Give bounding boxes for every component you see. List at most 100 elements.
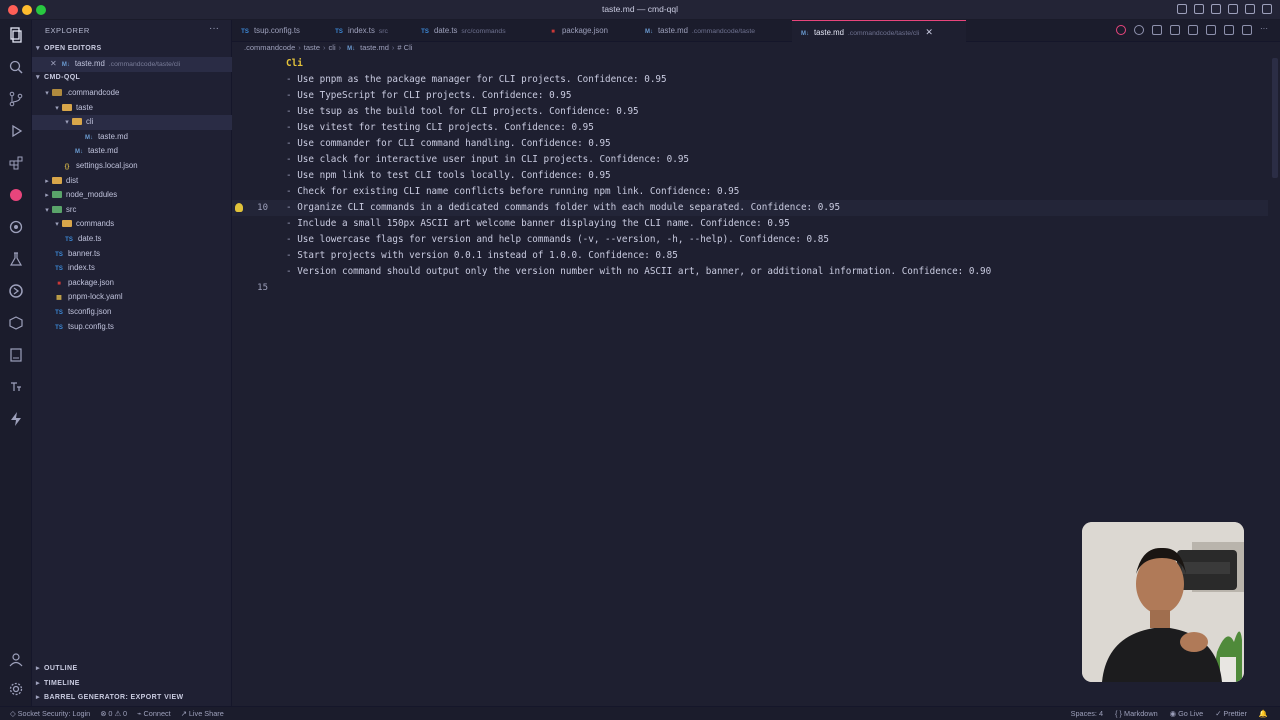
code-line[interactable]: - Use commander for CLI command handling… bbox=[232, 136, 1268, 152]
preview-icon[interactable] bbox=[1152, 25, 1162, 35]
accounts-icon[interactable] bbox=[1177, 4, 1187, 14]
tab-taste-md-cli[interactable]: M↓ taste.md .commandcode/taste/cli ✕ bbox=[792, 20, 966, 42]
notifications-icon[interactable]: 🔔 bbox=[1259, 707, 1268, 720]
more-actions-icon[interactable]: ··· bbox=[209, 23, 219, 34]
problems-status[interactable]: ⊗ 0 ⚠ 0 bbox=[100, 707, 127, 720]
folder-icon bbox=[52, 205, 62, 213]
containers-icon[interactable] bbox=[7, 314, 25, 332]
tree-file-settings[interactable]: {} settings.local.json bbox=[32, 159, 232, 174]
remote-explorer-icon[interactable] bbox=[7, 218, 25, 236]
indentation-status[interactable]: Spaces: 4 bbox=[1071, 707, 1103, 720]
breadcrumb-item[interactable]: taste.md bbox=[360, 43, 389, 52]
code-line[interactable]: - Use vitest for testing CLI projects. C… bbox=[232, 120, 1268, 136]
code-line[interactable]: - Use npm link to test CLI tools locally… bbox=[232, 168, 1268, 184]
code-line-current[interactable]: 10- Organize CLI commands in a dedicated… bbox=[232, 200, 1268, 216]
activity-bar bbox=[0, 20, 32, 706]
more-editor-actions-icon[interactable]: ··· bbox=[1260, 25, 1270, 35]
tree-folder-commands[interactable]: ▾ commands bbox=[32, 217, 232, 232]
run-debug-icon[interactable] bbox=[7, 122, 25, 140]
code-line[interactable]: - Use clack for interactive user input i… bbox=[232, 152, 1268, 168]
scrollbar-thumb[interactable] bbox=[1272, 58, 1278, 178]
line-text: Use clack for interactive user input in … bbox=[297, 154, 690, 165]
code-line[interactable]: 15 bbox=[232, 280, 1268, 296]
tab-index-ts[interactable]: TS index.ts src bbox=[326, 20, 412, 42]
close-tab-icon[interactable]: ✕ bbox=[925, 21, 933, 43]
settings-gear-icon[interactable] bbox=[7, 680, 25, 698]
tree-file-date-ts[interactable]: TS date.ts bbox=[32, 232, 232, 247]
breadcrumb-item[interactable]: # Cli bbox=[397, 43, 412, 52]
toggle-panel-icon[interactable] bbox=[1228, 4, 1238, 14]
tree-folder-commandcode[interactable]: ▾ .commandcode bbox=[32, 86, 232, 101]
title-bar: taste.md — cmd-qql bbox=[0, 0, 1280, 20]
breadcrumb-item[interactable]: cli bbox=[329, 43, 336, 52]
run-icon[interactable] bbox=[1224, 25, 1234, 35]
split-editor-icon[interactable] bbox=[1242, 25, 1252, 35]
explorer-icon[interactable] bbox=[7, 26, 25, 44]
prettier-status[interactable]: ✓ Prettier bbox=[1215, 707, 1247, 720]
outline-section[interactable]: ▸ OUTLINE bbox=[32, 664, 232, 677]
tree-folder-node-modules[interactable]: ▸ node_modules bbox=[32, 188, 232, 203]
copilot-action-icon[interactable] bbox=[1134, 25, 1144, 35]
tree-file-package-json[interactable]: ■ package.json bbox=[32, 276, 232, 291]
tab-package-json[interactable]: ■ package.json bbox=[540, 20, 636, 42]
account-icon[interactable] bbox=[7, 650, 25, 668]
language-mode-status[interactable]: { } Markdown bbox=[1115, 707, 1158, 720]
code-line[interactable]: - Check for existing CLI name conflicts … bbox=[232, 184, 1268, 200]
code-line[interactable]: Cli bbox=[232, 56, 1268, 72]
tree-folder-src[interactable]: ▾ src bbox=[32, 203, 232, 218]
tree-file-index-ts[interactable]: TS index.ts bbox=[32, 261, 232, 276]
lightning-icon[interactable] bbox=[7, 410, 25, 428]
tree-folder-cli[interactable]: ▾ cli bbox=[32, 115, 232, 130]
code-line[interactable]: - Use pnpm as the package manager for CL… bbox=[232, 72, 1268, 88]
tab-taste-md[interactable]: M↓ taste.md .commandcode/taste bbox=[636, 20, 792, 42]
customize-layout-icon[interactable] bbox=[1262, 4, 1272, 14]
tree-file-tsup-config[interactable]: TS tsup.config.ts bbox=[32, 320, 232, 335]
tree-folder-dist[interactable]: ▸ dist bbox=[32, 174, 232, 189]
code-line[interactable]: - Use lowercase flags for version and he… bbox=[232, 232, 1268, 248]
timeline-section[interactable]: ▸ TIMELINE bbox=[32, 679, 232, 692]
go-live-status[interactable]: ◉ Go Live bbox=[1170, 707, 1204, 720]
barrel-generator-section[interactable]: ▸ BARREL GENERATOR: EXPORT VIEW bbox=[32, 693, 232, 706]
code-line[interactable]: - Start projects with version 0.0.1 inst… bbox=[232, 248, 1268, 264]
translate-icon[interactable] bbox=[7, 378, 25, 396]
extensions-icon[interactable] bbox=[7, 154, 25, 172]
notes-icon[interactable] bbox=[7, 346, 25, 364]
tree-file-tsconfig[interactable]: TS tsconfig.json bbox=[32, 305, 232, 320]
tab-label: taste.md bbox=[658, 26, 688, 35]
open-editors-section[interactable]: ▾ OPEN EDITORS bbox=[32, 44, 232, 57]
tree-label: taste.md bbox=[98, 131, 128, 141]
source-control-icon[interactable] bbox=[7, 90, 25, 108]
timeline-icon[interactable] bbox=[1188, 25, 1198, 35]
code-line[interactable]: - Include a small 150px ASCII art welcom… bbox=[232, 216, 1268, 232]
commandcode-action-icon[interactable] bbox=[1116, 25, 1126, 35]
code-line[interactable]: - Use tsup as the build tool for CLI pro… bbox=[232, 104, 1268, 120]
open-changes-icon[interactable] bbox=[1170, 25, 1180, 35]
toggle-secondary-sidebar-icon[interactable] bbox=[1245, 4, 1255, 14]
code-line[interactable]: - Version command should output only the… bbox=[232, 264, 1268, 280]
connect-status[interactable]: ⌁ Connect bbox=[137, 707, 171, 720]
open-editor-item[interactable]: ✕ M↓ taste.md .commandcode/taste/cli bbox=[32, 57, 232, 72]
toggle-sidebar-icon[interactable] bbox=[1211, 4, 1221, 14]
tree-file-taste-md-cli[interactable]: M↓ taste.md bbox=[32, 130, 232, 145]
commandcode-icon[interactable] bbox=[7, 186, 25, 204]
code-line[interactable]: - Use TypeScript for CLI projects. Confi… bbox=[232, 88, 1268, 104]
compare-icon[interactable] bbox=[1206, 25, 1216, 35]
gitkraken-icon[interactable] bbox=[7, 282, 25, 300]
tree-file-banner-ts[interactable]: TS banner.ts bbox=[32, 247, 232, 262]
breadcrumb-item[interactable]: taste bbox=[304, 43, 320, 52]
breadcrumb-item[interactable]: .commandcode bbox=[244, 43, 295, 52]
tree-folder-taste[interactable]: ▾ taste bbox=[32, 101, 232, 116]
search-icon[interactable] bbox=[7, 58, 25, 76]
tree-file-taste-md[interactable]: M↓ taste.md bbox=[32, 144, 232, 159]
close-editor-icon[interactable]: ✕ bbox=[50, 59, 57, 68]
copilot-icon[interactable] bbox=[1194, 4, 1204, 14]
tree-label: taste.md bbox=[88, 146, 118, 156]
testing-icon[interactable] bbox=[7, 250, 25, 268]
line-number: 10 bbox=[257, 203, 268, 213]
tab-tsup-config[interactable]: TS tsup.config.ts bbox=[232, 20, 326, 42]
tree-file-pnpm-lock[interactable]: ▦ pnpm-lock.yaml bbox=[32, 290, 232, 305]
live-share-status[interactable]: ↗ Live Share bbox=[181, 707, 224, 720]
project-section[interactable]: ▾ CMD-QQL bbox=[32, 73, 232, 86]
tab-date-ts[interactable]: TS date.ts src/commands bbox=[412, 20, 540, 42]
socket-security-status[interactable]: ◇ Socket Security: Login bbox=[10, 707, 90, 720]
